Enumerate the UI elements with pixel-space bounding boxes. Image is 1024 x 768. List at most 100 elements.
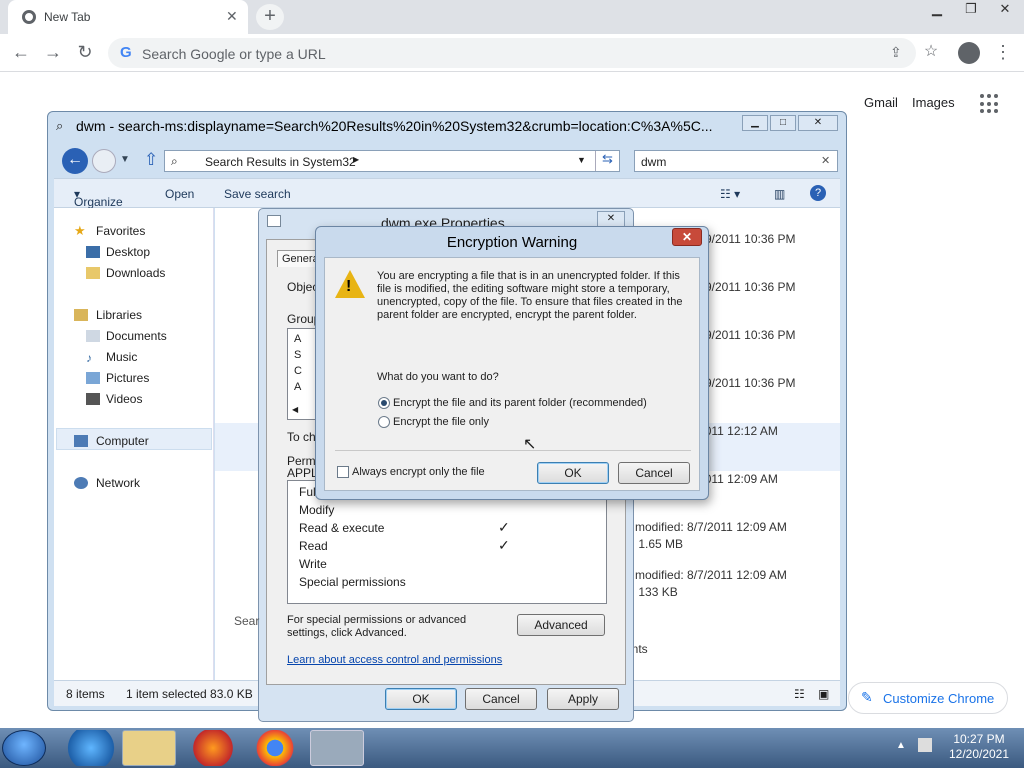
back-arrow-icon[interactable]: ←	[62, 148, 88, 174]
back-arrow-icon[interactable]: ←	[10, 42, 32, 64]
perm-row: Special permissions	[299, 575, 406, 589]
minimize-icon[interactable]: ▁	[920, 0, 954, 20]
network-tray-icon[interactable]	[918, 738, 932, 752]
nav-videos[interactable]: Videos	[106, 392, 142, 406]
tray-up-icon[interactable]: ▲	[896, 740, 906, 751]
clear-search-icon[interactable]: ✕	[821, 154, 830, 167]
omnibox[interactable]: G Search Google or type a URL ⇪	[108, 38, 916, 68]
option-encrypt-folder-radio[interactable]	[378, 397, 390, 409]
system-monitor-icon[interactable]	[310, 730, 364, 766]
scroll-left-icon[interactable]: ◀	[292, 405, 298, 414]
nav-libraries[interactable]: Libraries	[96, 308, 142, 322]
group-item[interactable]: C	[294, 365, 302, 377]
thumbnails-view-icon[interactable]: ▣	[818, 687, 829, 701]
special-note: For special permissions or advanced sett…	[287, 614, 467, 639]
nav-desktop[interactable]: Desktop	[106, 245, 150, 259]
option-encrypt-folder-label[interactable]: Encrypt the file and its parent folder (…	[393, 397, 647, 409]
explorer-close-icon[interactable]: ✕	[798, 115, 838, 131]
chrome-toolbar: ← → ↻ G Search Google or type a URL ⇪ ☆ …	[0, 34, 1024, 72]
windows-start-icon[interactable]	[2, 730, 46, 766]
encryption-title: Encryption Warning	[446, 234, 578, 251]
views-icon[interactable]: ☷ ▾	[720, 187, 740, 201]
images-link[interactable]: Images	[912, 95, 955, 110]
explorer-search-value: dwm	[641, 155, 667, 169]
properties-close-icon[interactable]: ✕	[597, 211, 625, 227]
refresh-icon[interactable]: ⇆	[595, 151, 619, 171]
music-icon: ♪	[86, 351, 92, 365]
encryption-cancel-button[interactable]: Cancel	[618, 462, 690, 484]
advanced-button[interactable]: Advanced	[517, 614, 605, 636]
firefox-icon[interactable]	[186, 730, 240, 766]
nav-music[interactable]: Music	[106, 350, 137, 364]
close-tab-icon[interactable]: ✕	[226, 8, 238, 25]
clock-date: 12/20/2021	[948, 747, 1010, 761]
group-item[interactable]: A	[294, 381, 301, 393]
perm-row: Modify	[299, 503, 335, 517]
selection-info: 1 item selected 83.0 KB	[126, 687, 253, 701]
details-view-icon[interactable]: ☷	[794, 687, 805, 701]
perm-row: Write	[299, 557, 327, 571]
nav-favorites[interactable]: Favorites	[96, 224, 145, 238]
bookmark-star-icon[interactable]: ☆	[920, 42, 942, 64]
divider	[335, 450, 691, 451]
help-icon[interactable]: ?	[810, 185, 826, 201]
new-tab-button[interactable]: +	[256, 4, 284, 30]
file-explorer-icon[interactable]	[122, 730, 176, 766]
group-item[interactable]: A	[294, 333, 301, 345]
row-date: 9/2011 10:36 PM	[705, 328, 796, 342]
save-search-button[interactable]: Save search	[224, 187, 291, 201]
reload-icon[interactable]: ↻	[74, 42, 96, 64]
nav-pictures[interactable]: Pictures	[106, 371, 149, 385]
row-date: e modified: 8/7/2011 12:09 AM	[625, 568, 787, 582]
chrome-icon[interactable]	[248, 730, 302, 766]
navigation-pane: ★ Favorites Desktop Downloads Libraries …	[54, 208, 214, 680]
chevron-down-icon[interactable]: ▼	[120, 154, 130, 165]
menu-kebab-icon[interactable]: ⋮	[992, 42, 1014, 64]
props-apply-button[interactable]: Apply	[547, 688, 619, 710]
encryption-ok-button[interactable]: OK	[537, 462, 609, 484]
preview-pane-icon[interactable]: ▥	[774, 187, 785, 201]
chevron-right-icon[interactable]: ▶	[353, 155, 359, 164]
share-icon[interactable]: ⇪	[890, 44, 902, 61]
learn-link[interactable]: Learn about access control and permissio…	[287, 654, 502, 666]
restore-icon[interactable]: ❐	[954, 0, 988, 20]
apps-grid-icon[interactable]	[980, 94, 1000, 114]
nav-computer[interactable]: Computer	[96, 434, 149, 448]
props-ok-button[interactable]: OK	[385, 688, 457, 710]
explorer-search-input[interactable]: dwm ✕	[634, 150, 838, 172]
nav-documents[interactable]: Documents	[106, 329, 167, 343]
option-encrypt-file-radio[interactable]	[378, 416, 390, 428]
always-encrypt-checkbox[interactable]	[337, 466, 349, 478]
search-icon: ⌕	[56, 118, 64, 133]
customize-chrome-button[interactable]: ✎ Customize Chrome	[848, 682, 1008, 714]
chrome-tab[interactable]: New Tab ✕	[8, 0, 248, 34]
nav-network[interactable]: Network	[96, 476, 140, 490]
row-date: e modified: 8/7/2011 12:09 AM	[625, 520, 787, 534]
forward-arrow-icon[interactable]: →	[42, 42, 64, 64]
row-date: 9/2011 10:36 PM	[705, 280, 796, 294]
internet-explorer-icon[interactable]	[64, 730, 118, 766]
option-encrypt-file-label[interactable]: Encrypt the file only	[393, 416, 489, 428]
explorer-minimize-icon[interactable]: ▁	[742, 115, 768, 131]
taskbar-clock[interactable]: 10:27 PM 12/20/2021	[944, 732, 1014, 762]
nav-downloads[interactable]: Downloads	[106, 266, 165, 280]
chrome-tabbar: New Tab ✕ + ▁ ❐ ✕	[0, 0, 1024, 34]
computer-icon	[74, 435, 88, 447]
explorer-title: dwm - search-ms:displayname=Search%20Res…	[76, 118, 713, 134]
group-item[interactable]: S	[294, 349, 301, 361]
chevron-down-icon[interactable]: ▼	[577, 155, 586, 165]
open-button[interactable]: Open	[165, 187, 194, 201]
command-bar: Organize ▾ Open Save search ☷ ▾ ▥ ?	[54, 178, 840, 209]
up-arrow-icon[interactable]: ⇧	[144, 150, 158, 170]
check-icon: ✓	[498, 519, 510, 535]
encryption-close-icon[interactable]: ✕	[672, 228, 702, 246]
address-bar[interactable]: ⌕ Search Results in System32 ▶ ▼ ⇆	[164, 150, 620, 172]
props-cancel-button[interactable]: Cancel	[465, 688, 537, 710]
always-encrypt-label[interactable]: Always encrypt only the file	[352, 466, 485, 478]
close-window-icon[interactable]: ✕	[988, 0, 1022, 20]
gmail-link[interactable]: Gmail	[864, 95, 898, 110]
profile-avatar-icon[interactable]	[958, 42, 980, 64]
explorer-maximize-icon[interactable]: □	[770, 115, 796, 131]
forward-arrow-icon[interactable]	[92, 149, 116, 173]
organize-menu[interactable]: Organize ▾	[74, 187, 123, 209]
